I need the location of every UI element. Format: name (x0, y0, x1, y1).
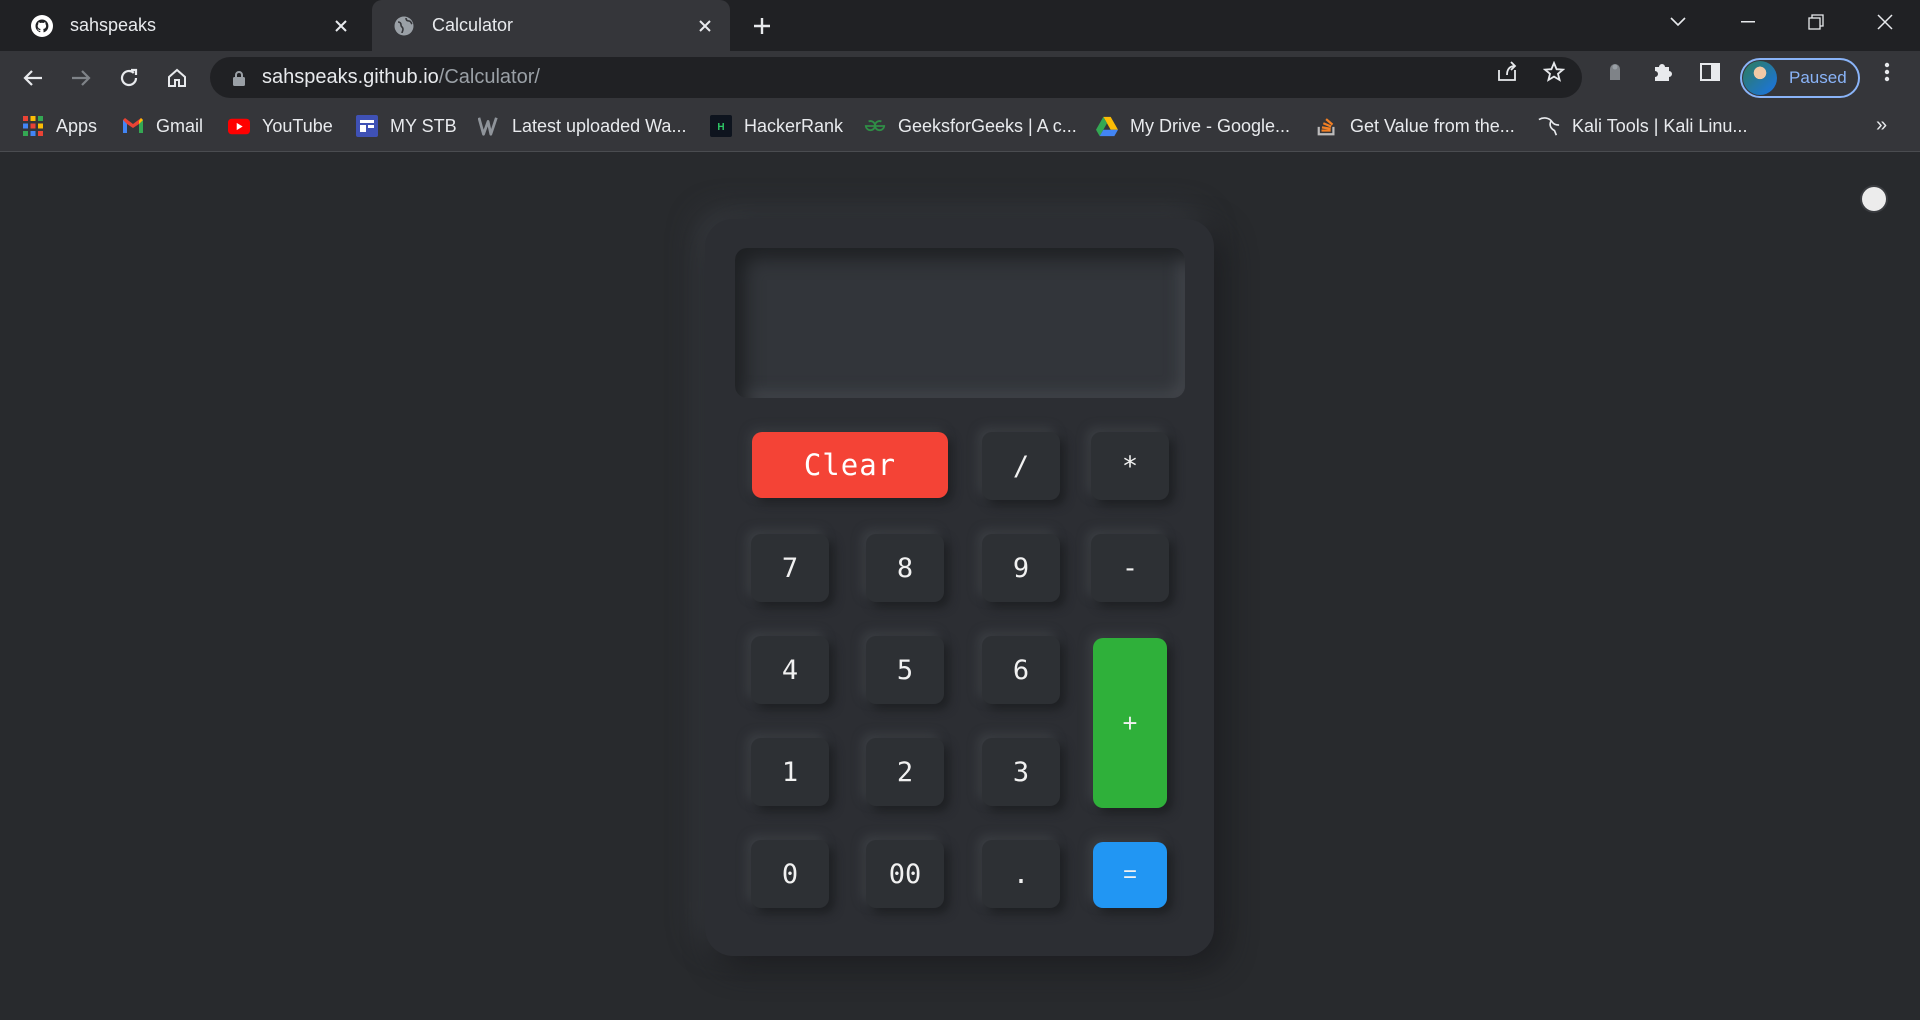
back-icon[interactable] (18, 63, 48, 93)
minus-button[interactable]: - (1091, 534, 1169, 602)
bookmark-label: Kali Tools | Kali Linu... (1572, 115, 1748, 136)
tab-calculator[interactable]: Calculator (372, 0, 730, 51)
tab-strip: sahspeaks Calculator (0, 0, 1920, 51)
extension-ghost-icon[interactable] (1604, 61, 1626, 83)
kali-dragon-icon (1538, 115, 1560, 137)
bookmark-get-value[interactable]: Get Value from the... (1316, 104, 1515, 148)
bookmark-label: Latest uploaded Wa... (512, 115, 687, 136)
profile-status: Paused (1789, 68, 1847, 87)
tab-title: Calculator (432, 15, 514, 35)
bookmark-kali-tools[interactable]: Kali Tools | Kali Linu... (1538, 104, 1747, 148)
bookmark-apps[interactable]: Apps (22, 104, 97, 148)
digit-5-button[interactable]: 5 (866, 636, 944, 704)
page-viewport: Clear / * 7 8 9 - 4 5 6 + 1 2 3 0 00 . = (0, 153, 1920, 1020)
close-window-icon[interactable] (1855, 0, 1915, 44)
bookmark-label: GeeksforGeeks | A c... (898, 115, 1077, 136)
globe-icon (392, 14, 416, 38)
google-drive-icon (1096, 115, 1118, 137)
close-tab-icon[interactable] (330, 15, 352, 37)
lock-icon[interactable] (230, 69, 248, 87)
digit-6-button[interactable]: 6 (982, 636, 1060, 704)
theme-toggle-button[interactable] (1862, 187, 1886, 211)
new-tab-icon[interactable] (748, 12, 776, 40)
bookmark-my-stb[interactable]: MY STB (356, 104, 457, 148)
bookmark-latest-uploaded[interactable]: Latest uploaded Wa... (478, 104, 686, 148)
tab-sahspeaks[interactable]: sahspeaks (10, 0, 366, 51)
menu-kebab-icon[interactable] (1876, 61, 1898, 83)
multiply-button[interactable]: * (1091, 432, 1169, 500)
equals-button[interactable]: = (1093, 842, 1167, 908)
url-path: /Calculator/ (438, 66, 540, 88)
github-icon (30, 14, 54, 38)
geeksforgeeks-icon (864, 115, 886, 137)
extensions-puzzle-icon[interactable] (1651, 61, 1673, 83)
url-text: sahspeaks.github.io/Calculator/ (262, 66, 540, 89)
stb-icon (356, 115, 378, 137)
bookmark-label: Gmail (156, 115, 204, 136)
w-logo-icon (478, 115, 500, 137)
apps-grid-icon (22, 115, 44, 137)
bookmark-label: HackerRank (744, 115, 844, 136)
bookmark-geeksforgeeks[interactable]: GeeksforGeeks | A c... (864, 104, 1077, 148)
reload-icon[interactable] (114, 63, 144, 93)
avatar (1743, 61, 1777, 95)
home-icon[interactable] (162, 63, 192, 93)
bookmark-label: Get Value from the... (1350, 115, 1515, 136)
bookmark-youtube[interactable]: YouTube (228, 104, 333, 148)
divide-button[interactable]: / (982, 432, 1060, 500)
digit-3-button[interactable]: 3 (982, 738, 1060, 806)
bookmark-label: MY STB (390, 115, 457, 136)
side-panel-icon[interactable] (1699, 61, 1721, 83)
digit-9-button[interactable]: 9 (982, 534, 1060, 602)
tab-search-chevron-icon[interactable] (1648, 0, 1708, 44)
gmail-icon (122, 115, 144, 137)
forward-icon[interactable] (66, 63, 96, 93)
minimize-icon[interactable] (1718, 0, 1778, 44)
decimal-point-button[interactable]: . (982, 840, 1060, 908)
digit-1-button[interactable]: 1 (751, 738, 829, 806)
bookmark-label: YouTube (262, 115, 333, 136)
close-tab-icon[interactable] (694, 15, 716, 37)
address-bar[interactable]: sahspeaks.github.io/Calculator/ (210, 57, 1582, 98)
share-icon[interactable] (1496, 61, 1518, 83)
url-host: sahspeaks.github.io (262, 66, 439, 88)
tab-title: sahspeaks (70, 15, 157, 35)
bookmark-hackerrank[interactable]: H HackerRank (710, 104, 843, 148)
profile-button[interactable]: Paused (1740, 58, 1860, 98)
digit-8-button[interactable]: 8 (866, 534, 944, 602)
digit-2-button[interactable]: 2 (866, 738, 944, 806)
restore-icon[interactable] (1786, 0, 1846, 44)
calculator: Clear / * 7 8 9 - 4 5 6 + 1 2 3 0 00 . = (705, 219, 1214, 956)
hackerrank-icon: H (710, 115, 732, 137)
digit-4-button[interactable]: 4 (751, 636, 829, 704)
clear-button[interactable]: Clear (752, 432, 948, 498)
bookmark-label: My Drive - Google... (1130, 115, 1291, 136)
bookmark-label: Apps (56, 115, 98, 136)
svg-text:H: H (717, 122, 724, 133)
calculator-display (735, 248, 1185, 398)
digit-0-button[interactable]: 0 (751, 840, 829, 908)
bookmark-my-drive[interactable]: My Drive - Google... (1096, 104, 1290, 148)
bookmarks-bar: Apps Gmail YouTube MY STB Latest uploade… (0, 104, 1920, 152)
stackoverflow-icon (1316, 115, 1338, 137)
bookmark-star-icon[interactable] (1543, 61, 1565, 83)
bookmarks-overflow-chevron-icon[interactable]: » (1876, 114, 1887, 137)
youtube-icon (228, 115, 250, 137)
double-zero-button[interactable]: 00 (866, 840, 944, 908)
bookmark-gmail[interactable]: Gmail (122, 104, 203, 148)
plus-button[interactable]: + (1093, 638, 1167, 808)
digit-7-button[interactable]: 7 (751, 534, 829, 602)
browser-toolbar: sahspeaks.github.io/Calculator/ Paused (0, 51, 1920, 104)
